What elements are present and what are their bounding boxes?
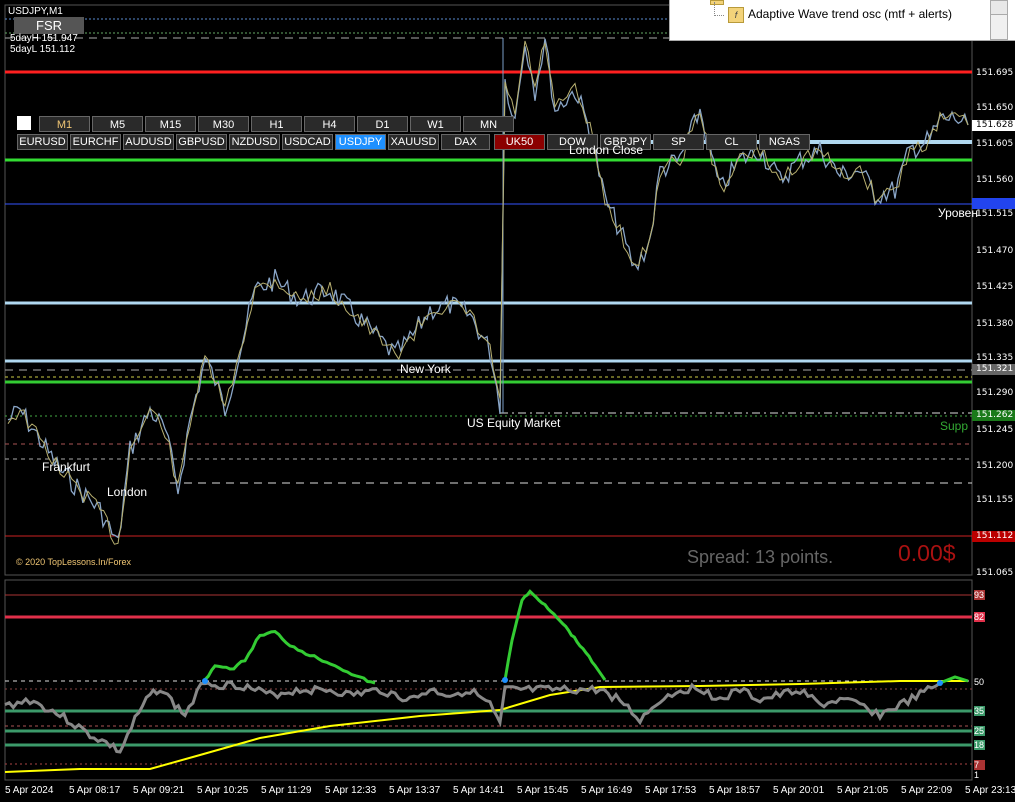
time-tick: 5 Apr 10:25 (197, 785, 249, 796)
timeframe-m15[interactable]: M15 (145, 116, 196, 132)
price-tick: 151.650 (976, 103, 1014, 113)
symbol-usdcad[interactable]: USDCAD (282, 134, 333, 150)
time-tick: 5 Apr 23:13 (965, 785, 1015, 796)
timeframe-h1[interactable]: H1 (251, 116, 302, 132)
osc-tick: 82 (974, 612, 985, 622)
timeframe-d1[interactable]: D1 (357, 116, 408, 132)
fsr-button[interactable]: FSR (14, 17, 84, 34)
osc-tick: 7 (974, 760, 985, 770)
timeframe-w1[interactable]: W1 (410, 116, 461, 132)
price-tick: 151.245 (976, 425, 1014, 435)
timeframe-h4[interactable]: H4 (304, 116, 355, 132)
indicator-list-popup: f Adaptive Wave trend osc (mtf + alerts) (669, 0, 1015, 41)
spread-text: Spread: 13 points. (687, 547, 834, 567)
symbol-gbpusd[interactable]: GBPUSD (176, 134, 227, 150)
us-equity-label: US Equity Market (467, 416, 561, 430)
price-tick: 151.695 (976, 68, 1014, 78)
price-tick: 151.112 (972, 531, 1015, 542)
timeframe-m30[interactable]: M30 (198, 116, 249, 132)
osc-tick: 93 (974, 590, 985, 600)
price-tick: 151.560 (976, 175, 1014, 185)
symbol-cl[interactable]: CL (706, 134, 757, 150)
price-tick: 151.515 (976, 209, 1014, 219)
price-tick: 151.200 (976, 461, 1014, 471)
time-tick: 5 Apr 16:49 (581, 785, 633, 796)
price-tick: 151.380 (976, 319, 1014, 329)
price-tick: 151.321 (972, 364, 1015, 375)
price-tick: 151.155 (976, 495, 1014, 505)
window-title: USDJPY,M1 (8, 6, 63, 17)
time-tick: 5 Apr 08:17 (69, 785, 121, 796)
price-tick: 151.335 (976, 353, 1014, 363)
price-tick: 151.628 (972, 120, 1015, 131)
osc-tick: 50 (974, 677, 985, 687)
symbol-nzdusd[interactable]: NZDUSD (229, 134, 280, 150)
timeframe-m1[interactable]: M1 (39, 116, 90, 132)
time-tick: 5 Apr 09:21 (133, 785, 185, 796)
symbol-xauusd[interactable]: XAUUSD (388, 134, 439, 150)
price-tick: 151.065 (976, 568, 1014, 578)
symbol-ngas[interactable]: NGAS (759, 134, 810, 150)
symbol-eurusd[interactable]: EURUSD (17, 134, 68, 150)
time-tick: 5 Apr 21:05 (837, 785, 889, 796)
support-label: Supp (940, 419, 969, 433)
profit-text: 0.00$ (898, 540, 956, 566)
time-tick: 5 Apr 12:33 (325, 785, 377, 796)
timeframe-m5[interactable]: M5 (92, 116, 143, 132)
symbol-audusd[interactable]: AUDUSD (123, 134, 174, 150)
symbol-sp[interactable]: SP (653, 134, 704, 150)
time-tick: 5 Apr 22:09 (901, 785, 953, 796)
time-tick: 5 Apr 17:53 (645, 785, 697, 796)
london-label: London (107, 485, 148, 499)
indicator-icon: f (728, 7, 744, 23)
price-tick: 151.262 (972, 410, 1015, 421)
timeframe-mn[interactable]: MN (463, 116, 514, 132)
new-york-label: New York (400, 362, 451, 376)
osc-tick: 1 (974, 770, 980, 780)
symbol-uk50[interactable]: UK50 (494, 134, 545, 150)
price-tag-blue (972, 198, 1015, 209)
five-day-low: 5dayL 151.112 (10, 44, 76, 55)
london-close-label: London Close (569, 143, 644, 157)
osc-tick: 18 (974, 740, 985, 750)
osc-tick: 25 (974, 726, 985, 736)
copyright-text: © 2020 TopLessons.In/Forex (16, 557, 132, 567)
time-tick: 5 Apr 13:37 (389, 785, 441, 796)
price-tick: 151.470 (976, 246, 1014, 256)
time-tick: 5 Apr 2024 (5, 785, 54, 796)
checkbox-toggle[interactable] (17, 116, 31, 130)
indicator-item[interactable]: Adaptive Wave trend osc (mtf + alerts) (748, 7, 952, 21)
osc-tick: 35 (974, 706, 985, 716)
price-tick: 151.290 (976, 388, 1014, 398)
symbol-eurchf[interactable]: EURCHF (70, 134, 121, 150)
price-tick: 151.605 (976, 139, 1014, 149)
time-tick: 5 Apr 15:45 (517, 785, 569, 796)
symbol-usdjpy[interactable]: USDJPY (335, 134, 386, 150)
frankfurt-label: Frankfurt (42, 460, 91, 474)
time-tick: 5 Apr 11:29 (261, 785, 312, 796)
time-tick: 5 Apr 18:57 (709, 785, 761, 796)
five-day-high: 5dayH 151.947 (10, 33, 78, 44)
time-tick: 5 Apr 20:01 (773, 785, 825, 796)
price-tick: 151.425 (976, 282, 1014, 292)
time-tick: 5 Apr 14:41 (453, 785, 505, 796)
symbol-dax[interactable]: DAX (441, 134, 490, 150)
